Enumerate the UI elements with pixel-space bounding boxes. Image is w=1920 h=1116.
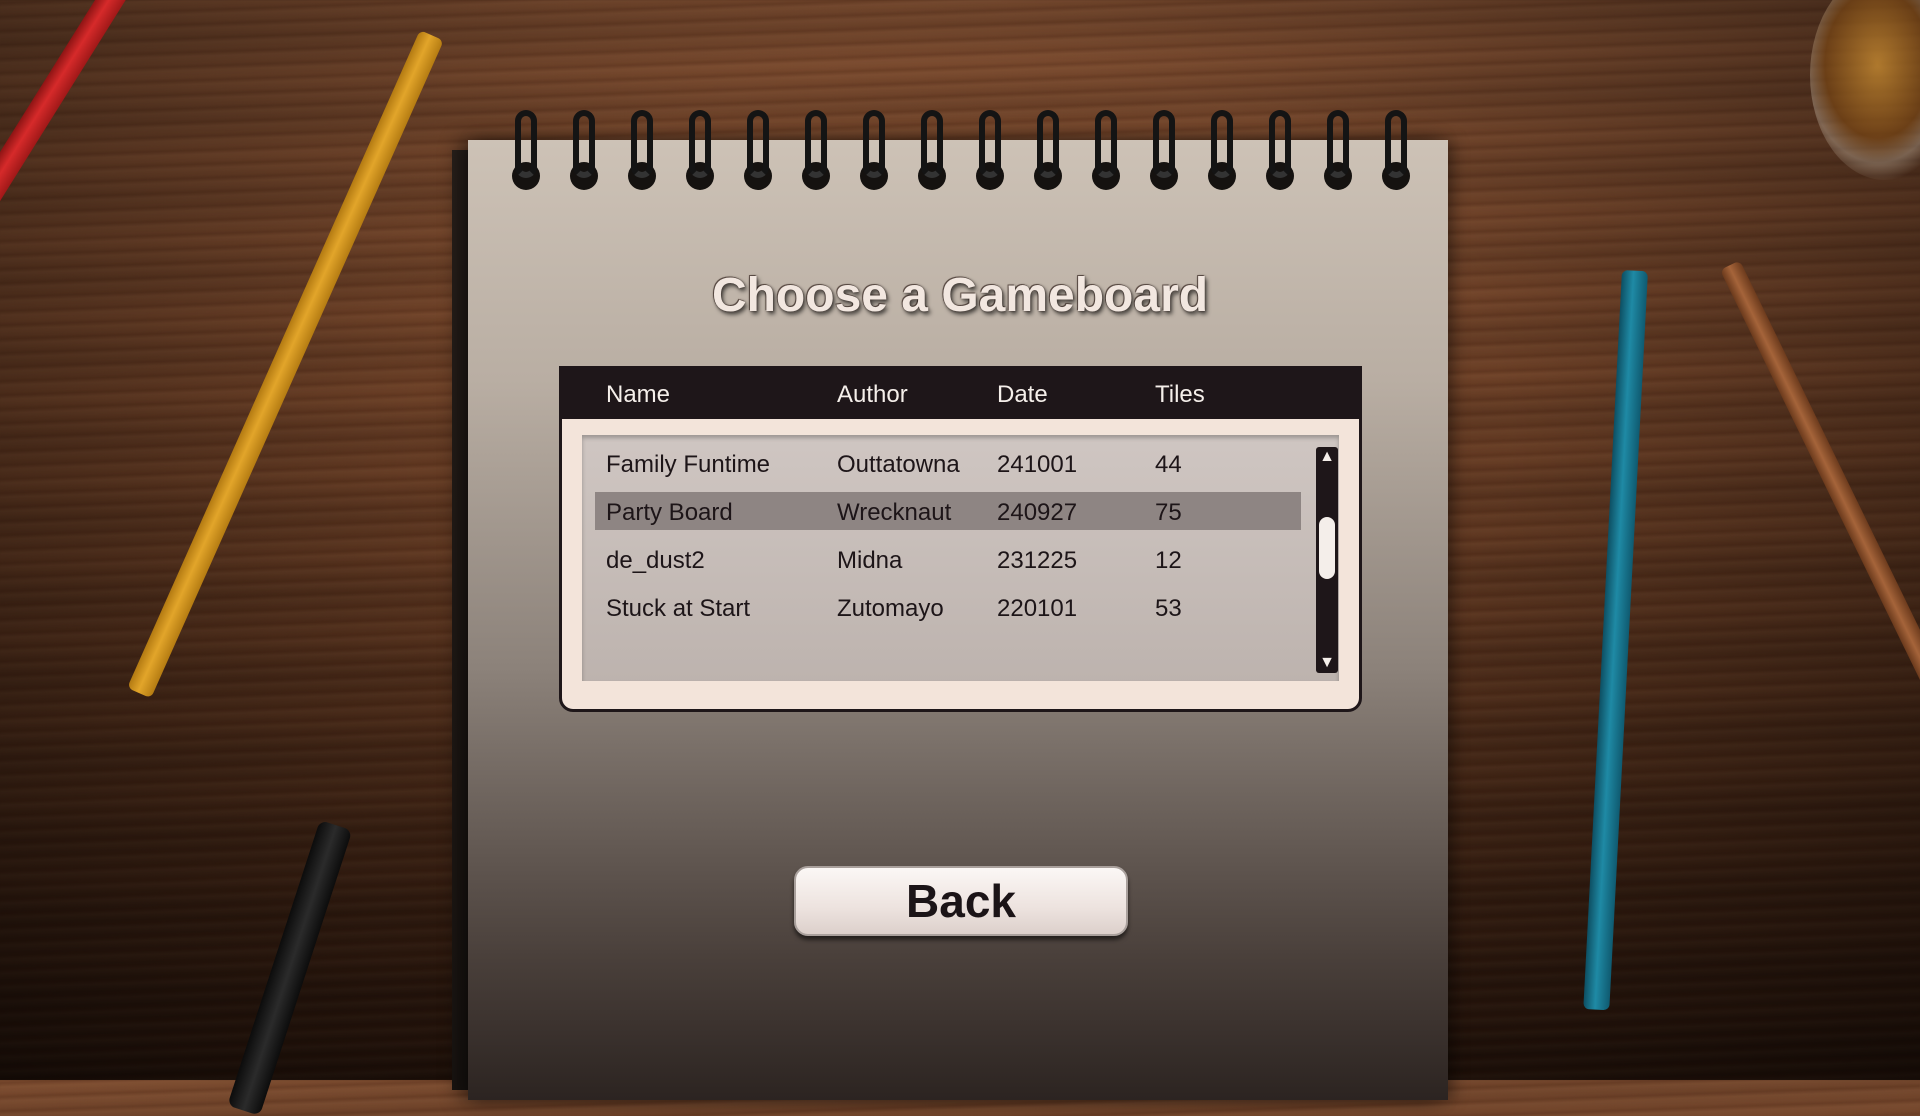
triangle-up-icon[interactable]: ▲ [1316, 447, 1338, 467]
scrollbar-thumb[interactable] [1319, 517, 1335, 579]
teal-pencil [1583, 270, 1648, 1011]
row-tiles: 12 [1155, 547, 1182, 574]
spiral-ring [979, 110, 1001, 178]
spiral-ring [1095, 110, 1117, 178]
row-tiles: 53 [1155, 595, 1182, 622]
spiral-ring [573, 110, 595, 178]
row-date: 231225 [997, 547, 1078, 574]
yellow-pencil [127, 30, 444, 699]
row-name: Party Board [606, 499, 733, 526]
spiral-ring [747, 110, 769, 178]
red-pencil [0, 0, 143, 517]
brown-pencil [1720, 260, 1920, 774]
page-title: Choose a Gameboard [711, 269, 1209, 322]
scrollbar[interactable]: ▲ ▼ [1316, 447, 1338, 673]
row-author: Wrecknaut [837, 499, 952, 526]
row-name: de_dust2 [606, 547, 705, 574]
spiral-ring [515, 110, 537, 178]
spiral-ring [921, 110, 943, 178]
row-date: 240927 [997, 499, 1078, 526]
spiral-ring [1037, 110, 1059, 178]
table-row[interactable]: de_dust2 Midna 231225 12 [582, 541, 1302, 579]
row-author: Outtatowna [837, 451, 960, 478]
spiral-ring [1153, 110, 1175, 178]
spiral-ring [1385, 110, 1407, 178]
row-name: Stuck at Start [606, 595, 751, 622]
spiral-ring [1327, 110, 1349, 178]
column-header-date[interactable]: Date [997, 381, 1048, 409]
row-author: Zutomayo [837, 595, 944, 622]
spiral-ring [805, 110, 827, 178]
gameboard-table: Name Author Date Tiles Family Funtime Ou… [559, 366, 1362, 712]
row-name: Family Funtime [606, 451, 771, 478]
table-header: Name Author Date Tiles [562, 369, 1359, 419]
notebook-spiral [505, 110, 1425, 200]
spiral-ring [1211, 110, 1233, 178]
spiral-ring [1269, 110, 1291, 178]
column-header-tiles[interactable]: Tiles [1155, 381, 1205, 409]
table-row[interactable]: Stuck at Start Zutomayo 220101 53 [582, 589, 1302, 627]
black-pen [227, 820, 353, 1116]
row-tiles: 75 [1155, 499, 1182, 526]
column-header-author[interactable]: Author [837, 381, 908, 409]
row-date: 220101 [997, 595, 1078, 622]
glass-cup [1810, 0, 1920, 180]
triangle-down-icon[interactable]: ▼ [1316, 653, 1338, 673]
spiral-ring [689, 110, 711, 178]
spiral-ring [863, 110, 885, 178]
row-date: 241001 [997, 451, 1078, 478]
table-row[interactable]: Family Funtime Outtatowna 241001 44 [582, 445, 1302, 483]
back-button[interactable]: Back [794, 866, 1128, 936]
row-tiles: 44 [1155, 451, 1182, 478]
column-header-name[interactable]: Name [606, 381, 670, 409]
table-row-selected[interactable]: Party Board Wrecknaut 240927 75 [582, 492, 1302, 531]
gameboard-list: Family Funtime Outtatowna 241001 44 Part… [582, 435, 1339, 681]
spiral-ring [631, 110, 653, 178]
row-author: Midna [837, 547, 903, 574]
